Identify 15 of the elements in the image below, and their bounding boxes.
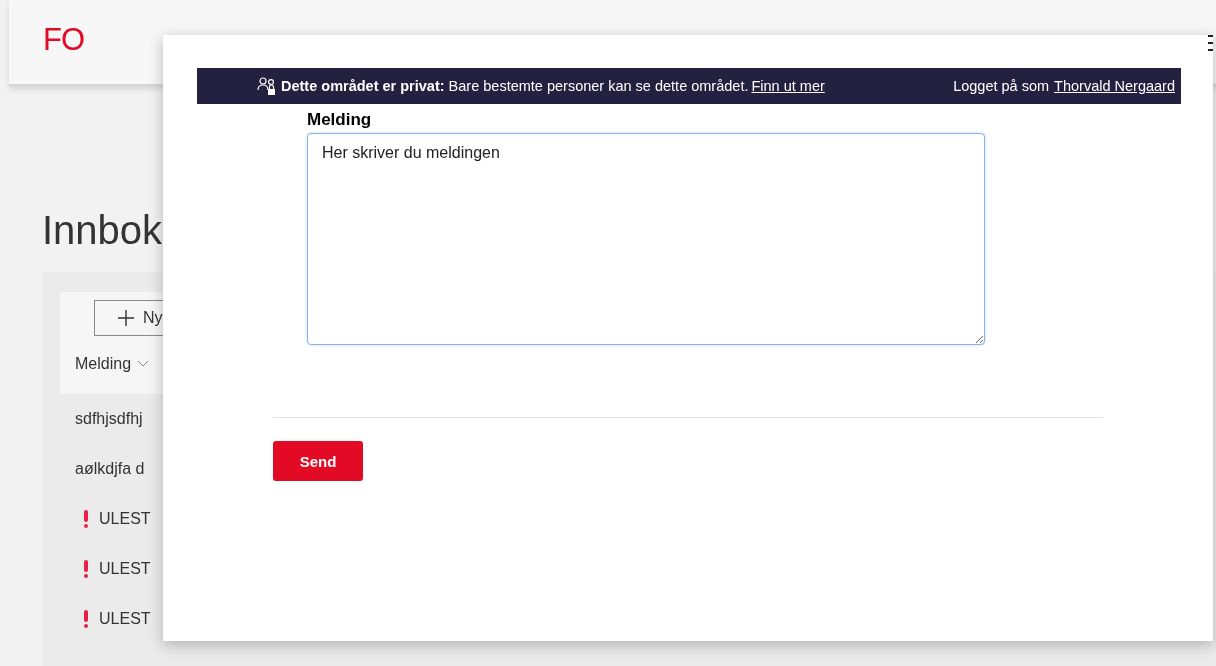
message-text[interactable]: aølkdjfa d	[75, 460, 145, 478]
column-header[interactable]: Melding	[75, 355, 132, 373]
user-link[interactable]: Thorvald Nergaard	[1054, 78, 1175, 94]
field-label: Melding	[307, 110, 372, 130]
page-title: Innbok	[42, 210, 164, 250]
learn-more-link[interactable]: Finn ut mer	[751, 78, 825, 94]
signed-in-label: Logget på som	[953, 78, 1050, 94]
logo: FO	[43, 22, 85, 58]
send-button[interactable]: Send	[273, 441, 363, 481]
status-text: ULEST	[99, 560, 151, 578]
status-text: ULEST	[99, 610, 151, 628]
privacy-notice: Dette området er privat: Bare bestemte personer kan se dette området.	[281, 78, 749, 94]
message-text[interactable]: sdfhjsdfhj	[75, 410, 143, 428]
status-text: ULEST	[99, 510, 151, 528]
message-field[interactable]: Her skriver du meldingen	[307, 133, 985, 345]
